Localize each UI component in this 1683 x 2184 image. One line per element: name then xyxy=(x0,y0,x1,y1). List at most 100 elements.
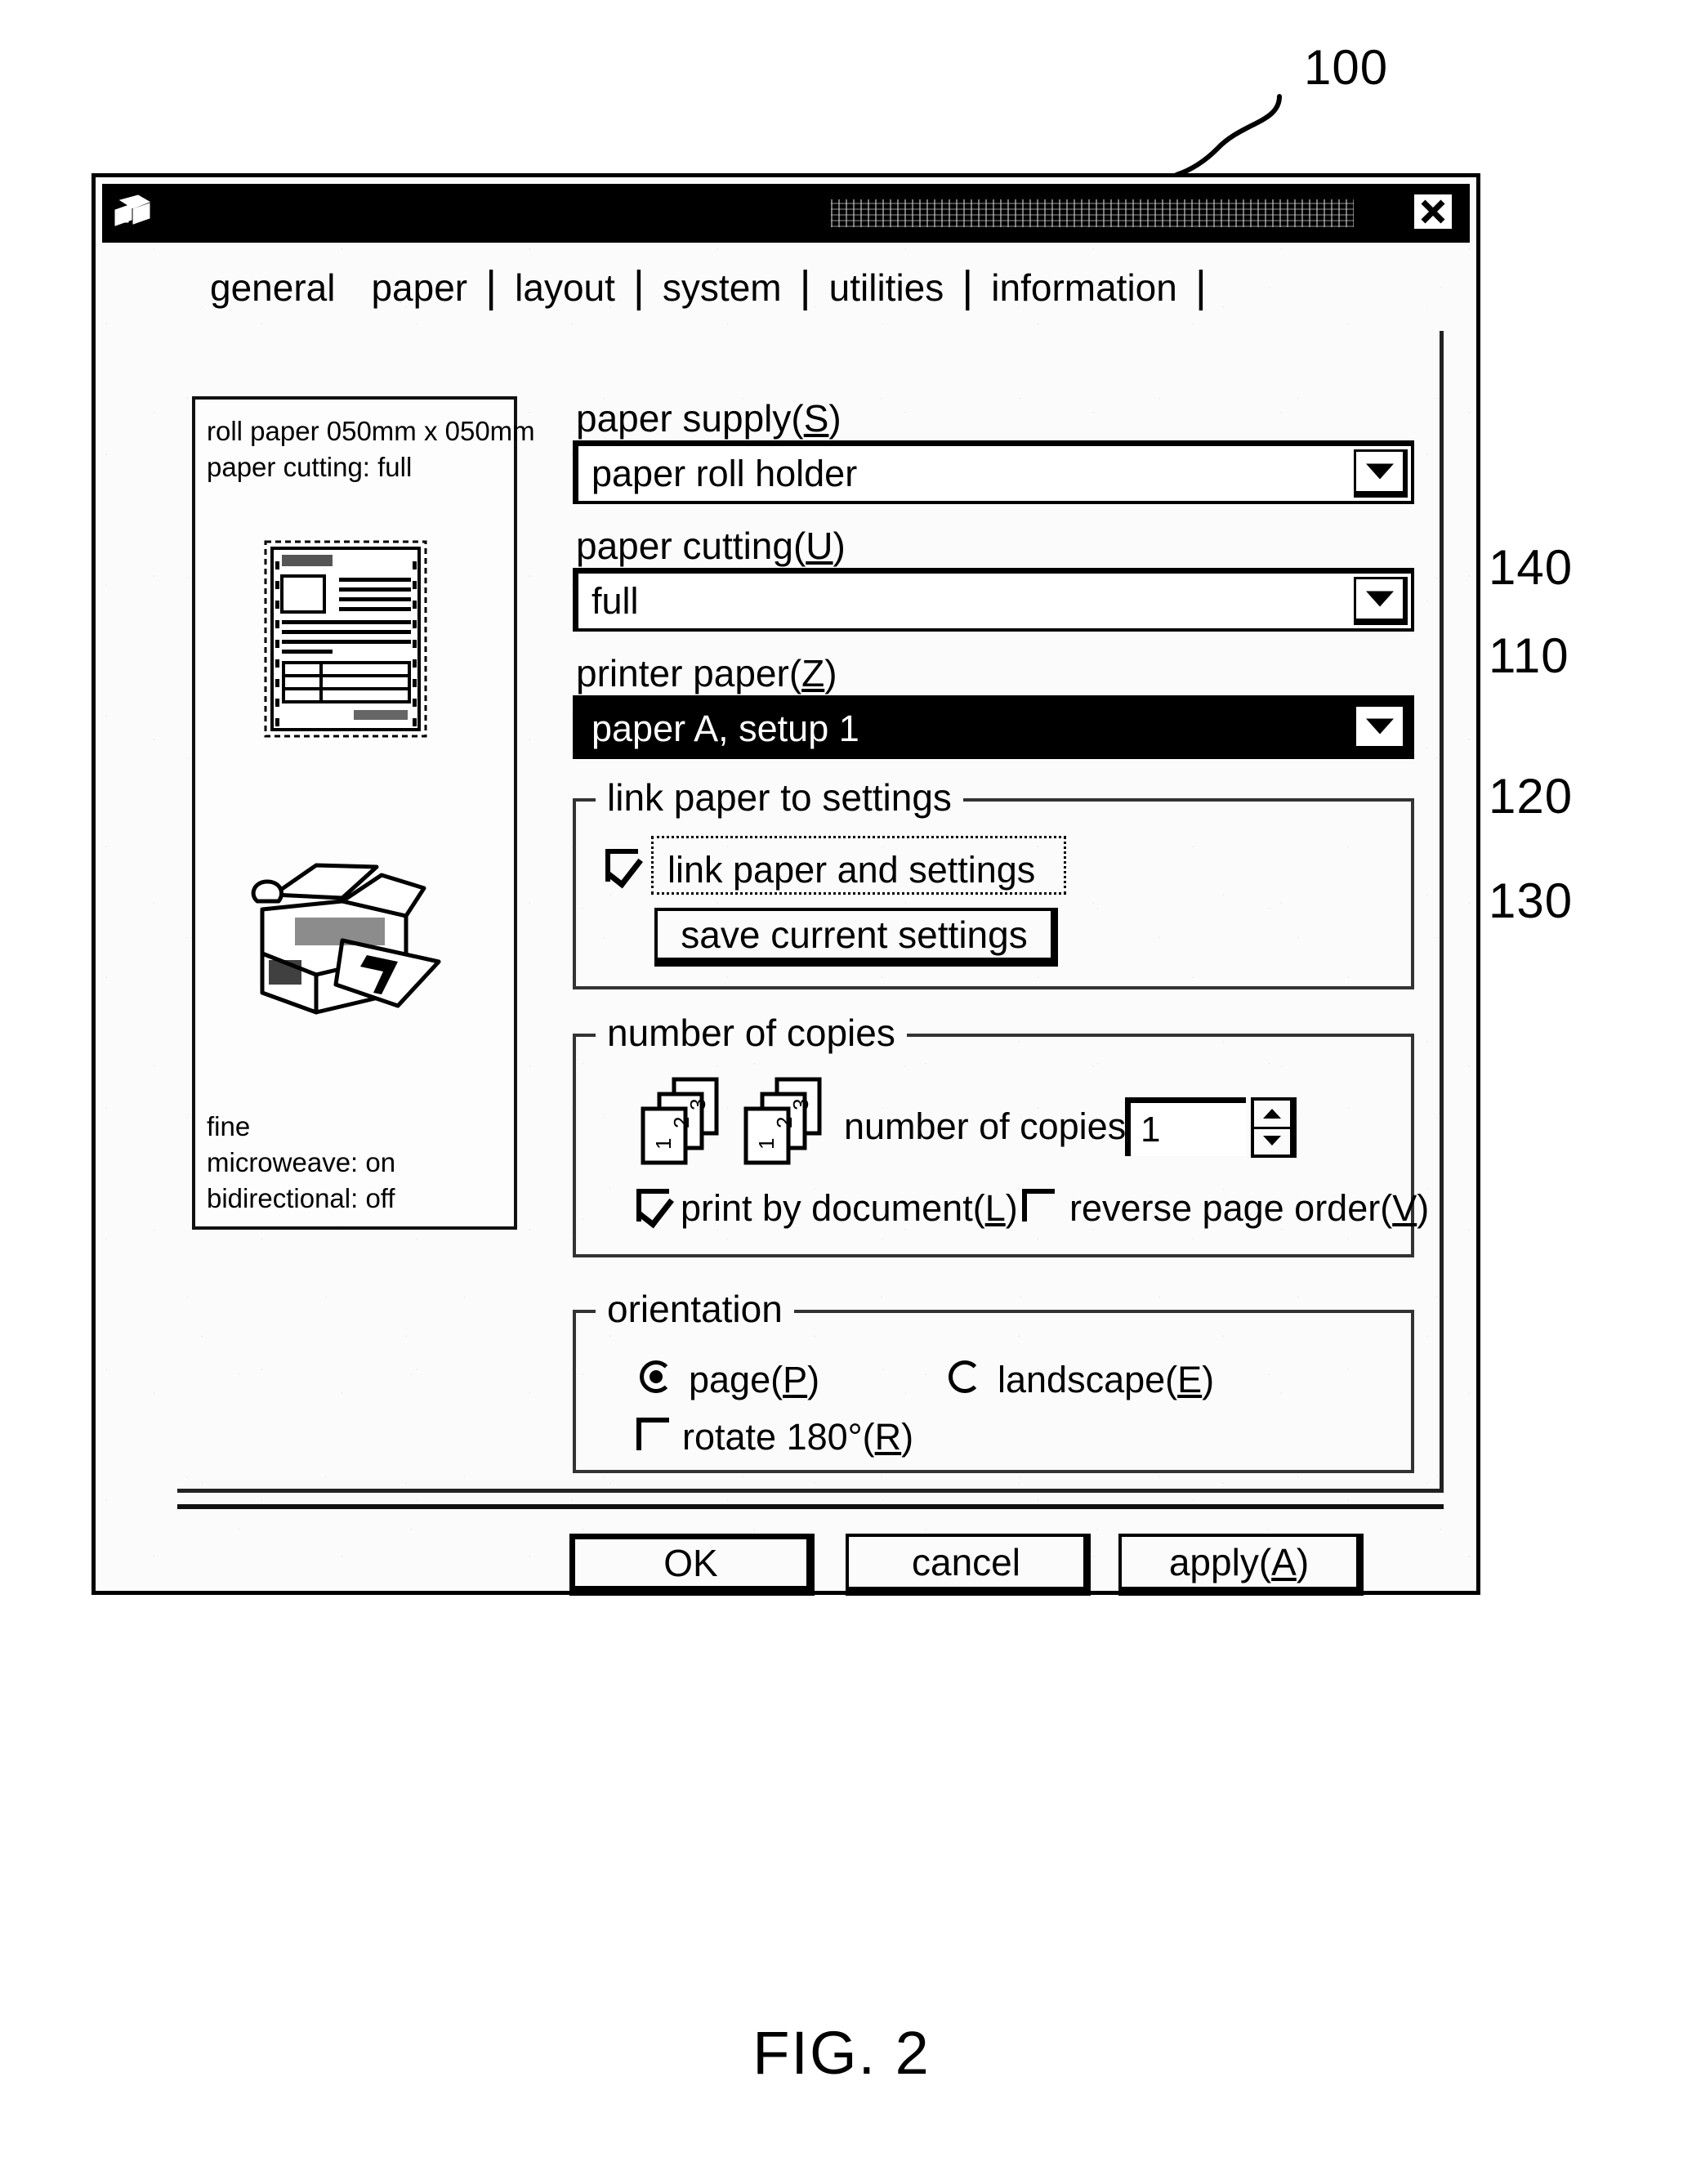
tab-layout[interactable]: layout xyxy=(497,266,633,310)
callout-140: 140 xyxy=(1489,540,1574,595)
rotate-180-checkbox[interactable] xyxy=(636,1418,669,1450)
number-of-copies-group-legend: number of copies xyxy=(596,1011,907,1055)
paper-supply-accesskey: S xyxy=(803,397,829,440)
tab-separator-2: | xyxy=(632,261,645,311)
preview-bidirectional: bidirectional: off xyxy=(207,1183,395,1214)
tab-utilities[interactable]: utilities xyxy=(811,266,962,310)
tab-information[interactable]: information xyxy=(973,266,1195,310)
orientation-group: orientation page(P) landscape(E) rotate … xyxy=(573,1287,1414,1473)
paper-supply-label-tail: ) xyxy=(828,397,842,440)
window-title-bar[interactable] xyxy=(102,184,1470,243)
orientation-landscape-radio[interactable] xyxy=(949,1360,981,1393)
tab-separator-1: | xyxy=(485,261,498,311)
paper-supply-combobox[interactable]: paper roll holder xyxy=(573,440,1414,504)
printer-paper-combobox[interactable]: paper A, setup 1 xyxy=(573,695,1414,759)
number-of-copies-value: 1 xyxy=(1141,1109,1161,1150)
rotate-180-label-text: rotate 180°( xyxy=(682,1416,875,1458)
tab-separator-4: | xyxy=(962,261,974,311)
tab-paper[interactable]: paper xyxy=(353,266,485,310)
callout-130: 130 xyxy=(1489,873,1574,928)
number-of-copies-group: number of copies 3 2 1 3 2 1 number of c… xyxy=(573,1011,1429,1257)
ok-button[interactable]: OK xyxy=(569,1534,815,1596)
number-of-copies-stepper[interactable] xyxy=(1251,1097,1297,1158)
reverse-page-order-label[interactable]: reverse page order(V) xyxy=(1069,1187,1429,1230)
link-paper-checkbox-label[interactable]: link paper and settings xyxy=(667,849,1035,891)
svg-text:2: 2 xyxy=(772,1117,797,1128)
apply-button[interactable]: apply(A) xyxy=(1118,1534,1364,1596)
tab-bar[interactable]: general paper | layout | system | utilit… xyxy=(192,261,1207,311)
paper-cutting-label: paper cutting(U) xyxy=(576,524,846,568)
print-by-document-label-tail: ) xyxy=(1005,1187,1018,1229)
paper-cutting-combobox[interactable]: full xyxy=(573,568,1414,632)
reverse-page-order-label-text: reverse page order( xyxy=(1069,1187,1393,1229)
printer-paper-accesskey: Z xyxy=(801,652,825,695)
chevron-down-icon[interactable] xyxy=(1354,449,1408,498)
orientation-landscape-label[interactable]: landscape(E) xyxy=(998,1359,1214,1401)
orientation-page-radio[interactable] xyxy=(640,1360,672,1393)
printer-properties-dialog: general paper | layout | system | utilit… xyxy=(92,173,1480,1596)
print-preview-pane: roll paper 050mm x 050mm paper cutting: … xyxy=(192,396,535,1230)
rotate-180-label[interactable]: rotate 180°(R) xyxy=(682,1416,913,1458)
orientation-page-label-text: page( xyxy=(689,1359,783,1400)
preview-microweave: microweave: on xyxy=(207,1147,396,1178)
paper-cutting-accesskey: U xyxy=(806,525,833,567)
tab-system[interactable]: system xyxy=(645,266,800,310)
stepper-down-icon[interactable] xyxy=(1254,1129,1290,1155)
svg-text:3: 3 xyxy=(788,1099,813,1110)
tab-general[interactable]: general xyxy=(192,266,353,310)
number-of-copies-field-label: number of copies(I) xyxy=(844,1105,1161,1148)
apply-button-tail: ) xyxy=(1296,1540,1310,1583)
print-by-document-label-text: print by document( xyxy=(681,1187,985,1229)
printer-paper-label: printer paper(Z) xyxy=(576,651,837,695)
callout-100: 100 xyxy=(1304,40,1389,95)
paper-cutting-value: full xyxy=(592,579,639,622)
orientation-page-label[interactable]: page(P) xyxy=(689,1359,819,1401)
paper-cutting-label-text: paper cutting( xyxy=(576,525,806,567)
copies-stack-icon-2: 3 2 1 xyxy=(738,1071,834,1168)
cancel-button[interactable]: cancel xyxy=(846,1534,1091,1596)
footer-divider xyxy=(177,1504,1444,1509)
printer-paper-value: paper A, setup 1 xyxy=(592,707,859,749)
print-by-document-accesskey: L xyxy=(984,1187,1006,1229)
printer-paper-label-text: printer paper( xyxy=(576,652,802,695)
orientation-page-accesskey: P xyxy=(783,1359,808,1400)
figure-caption: FIG. 2 xyxy=(752,2019,931,2087)
stepper-up-icon[interactable] xyxy=(1254,1101,1290,1129)
apply-button-text: apply( xyxy=(1168,1540,1272,1583)
link-paper-checkbox[interactable] xyxy=(605,849,638,882)
orientation-landscape-label-tail: ) xyxy=(1202,1359,1215,1400)
callout-120: 120 xyxy=(1489,769,1574,824)
document-preview-icon xyxy=(257,537,437,748)
reverse-page-order-checkbox[interactable] xyxy=(1022,1189,1055,1222)
save-current-settings-button[interactable]: save current settings xyxy=(654,908,1058,967)
printer-paper-label-tail: ) xyxy=(824,652,837,695)
paper-supply-label: paper supply(S) xyxy=(576,396,842,440)
paper-cutting-label-tail: ) xyxy=(833,525,846,567)
paper-supply-value: paper roll holder xyxy=(592,452,858,494)
print-by-document-label[interactable]: print by document(L) xyxy=(681,1187,1018,1230)
chevron-down-icon[interactable] xyxy=(1354,577,1408,625)
patent-figure-sheet: 100 140 110 120 130 general paper | layo… xyxy=(0,0,1683,2184)
print-by-document-checkbox[interactable] xyxy=(636,1189,669,1222)
apply-button-accesskey: A xyxy=(1271,1540,1297,1583)
copies-stack-icon-1: 3 2 1 xyxy=(635,1071,731,1168)
svg-text:1: 1 xyxy=(651,1138,676,1150)
orientation-landscape-accesskey: E xyxy=(1177,1359,1203,1400)
tab-separator-5: | xyxy=(1194,261,1207,311)
chevron-down-icon[interactable] xyxy=(1354,704,1408,753)
close-icon[interactable] xyxy=(1411,191,1458,235)
window-title-text xyxy=(164,194,1403,232)
link-paper-group-legend: link paper to settings xyxy=(596,775,963,820)
link-paper-group: link paper to settings link paper and se… xyxy=(573,775,1414,989)
reverse-page-order-label-tail: ) xyxy=(1417,1187,1430,1229)
number-of-copies-label-text: number of copies( xyxy=(844,1105,1139,1147)
paper-supply-label-text: paper supply( xyxy=(576,397,804,440)
rotate-180-accesskey: R xyxy=(874,1416,902,1458)
preview-quality: fine xyxy=(207,1111,251,1142)
printer-illustration-icon xyxy=(238,831,473,1024)
svg-text:2: 2 xyxy=(669,1117,694,1128)
reverse-page-order-accesskey: V xyxy=(1392,1187,1417,1229)
printer-title-icon xyxy=(110,192,156,234)
number-of-copies-input[interactable]: 1 xyxy=(1125,1097,1246,1156)
svg-text:1: 1 xyxy=(754,1138,779,1150)
